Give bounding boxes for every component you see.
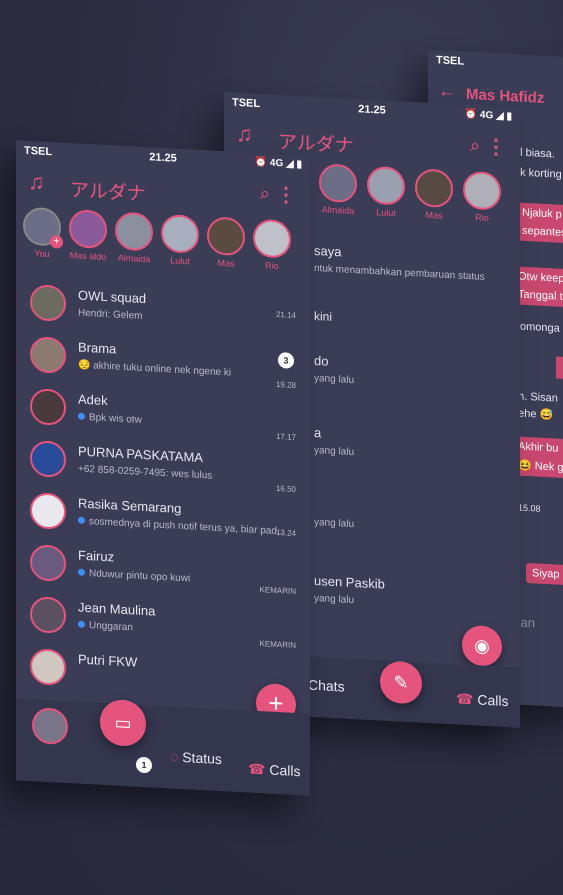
story-item[interactable]: Rio [250,218,294,272]
status-icons: ⏰ 4G ◢ ▮ [464,108,512,123]
app-title: アルダナ [70,179,146,206]
chat-time: 13.24 [275,527,296,538]
more-options-icon[interactable]: ⋮ [486,134,506,160]
profile-avatar[interactable] [32,707,68,746]
message-out: Siyap [526,562,563,586]
status-row-name[interactable]: usen Paskib [314,573,385,592]
camera-icon: ◉ [474,635,490,657]
chat-name: Rasika Semarang [78,495,182,516]
camera-fab[interactable]: ◉ [462,624,502,667]
avatar [30,492,66,530]
bottom-nav: ▭ 1 ◌ Status ☎ Calls [16,698,310,796]
story-item[interactable]: Lulut [364,165,408,219]
message-out: sepantes [516,220,563,244]
message-in: ak korting [514,166,562,181]
chat-name: Adek [78,391,108,409]
more-options-icon[interactable]: ⋮ [276,182,296,208]
story-item[interactable]: Almaida [316,163,360,216]
my-status-hint: ntuk menambahkan pembaruan status [314,262,485,283]
message-in: al biasa. [514,146,555,161]
avatar [30,544,66,582]
tab-calls[interactable]: ☎ Calls [248,760,300,780]
status-row-name[interactable]: a [314,425,321,440]
chat-name: OWL squad [78,287,147,307]
message-time: 15.08 [518,502,541,514]
pencil-icon: ✎ [393,672,409,693]
message-out [556,356,563,381]
clock: 21.25 [149,151,177,165]
chat-preview: Hendri: Gelem [78,307,143,322]
chats-screen-phone: TSEL 21.25 ⏰ 4G ◢ ▮ ♫ アルダナ ⌕ ⋮ + You Mas … [16,140,310,796]
avatar [30,648,66,686]
chat-preview: Nduwur pintu opo kuwi [78,568,190,584]
search-icon[interactable]: ⌕ [470,135,480,157]
status-row-time: yang lalu [314,444,355,459]
chat-name: Brama [78,339,117,357]
back-arrow-icon[interactable]: ← [438,80,456,102]
calls-icon: ☎ [456,690,474,708]
story-item[interactable]: Almaida [112,211,156,264]
music-note-icon: ♫ [28,168,45,195]
search-icon[interactable]: ⌕ [260,183,270,205]
edit-fab[interactable]: ✎ [380,660,422,705]
chat-time: 21.14 [275,309,296,320]
chat-preview: Unggaran [78,620,133,633]
chat-name: Jean Maulina [78,599,156,619]
stories-row: + You Mas aldo Almaida Lulut Mas Rio [16,202,310,289]
status-icons: ⏰ 4G ◢ ▮ [254,156,302,171]
story-item[interactable]: Mas [204,216,248,269]
story-item[interactable]: Lulut [158,213,202,267]
carrier-label: TSEL [232,96,261,111]
avatar [30,336,66,374]
chats-fab[interactable]: ▭ [100,698,146,748]
tab-calls[interactable]: ☎ Calls [456,690,508,710]
message-in: omonga [520,320,560,335]
chat-name: Fairuz [78,547,115,565]
clock: 21.25 [358,103,386,117]
status-icon: ◌ [170,748,179,765]
avatar [30,388,66,426]
chat-time: KEMARIN [259,639,296,650]
carrier-label: TSEL [24,144,53,159]
story-item-you[interactable]: + You [20,206,64,260]
tab-chats[interactable]: Chats [308,677,345,695]
add-status-icon[interactable]: + [50,235,63,249]
status-row-time: yang lalu [314,516,355,531]
tab-status[interactable]: ◌ Status [170,748,222,767]
carrier-label: TSEL [436,54,465,68]
status-row-time: yang lalu [314,372,355,387]
my-status-name[interactable]: saya [314,243,341,259]
chat-time: KEMARIN [259,585,296,596]
status-row-name[interactable]: do [314,353,328,369]
read-receipt-icon [78,516,85,524]
contact-name[interactable]: Mas Hafidz [466,86,544,107]
read-receipt-icon [78,412,85,420]
story-item[interactable]: Mas aldo [66,209,110,262]
chat-name: PURNA PASKATAMA [78,443,203,466]
chat-name: Putri FKW [78,651,138,670]
read-receipt-icon [78,568,85,576]
avatar [30,596,66,634]
app-title: アルダナ [278,131,354,158]
unread-badge: 3 [278,352,294,369]
chat-preview: +62 858-0259-7495: wes lulus [78,463,213,482]
read-receipt-icon [78,620,85,628]
chat-preview: 😔 akhire tuku online nek ngene ki [78,359,232,379]
chat-preview: sosmednya di push notif terus ya, biar p… [78,516,285,537]
chat-time: 19.28 [275,379,296,390]
avatar [30,440,66,478]
chat-time: 17.17 [275,431,296,442]
recent-section-header: kini [314,308,333,324]
chat-preview: Bpk wis otw [78,412,142,426]
avatar [30,284,66,322]
chat-time: 16.50 [275,483,296,494]
story-item[interactable]: Mas [412,168,456,221]
music-note-icon: ♫ [236,120,253,147]
status-row-time: yang lalu [314,592,355,607]
chat-bubble-icon: ▭ [114,712,132,734]
chats-badge: 1 [136,756,152,774]
calls-icon: ☎ [248,760,266,778]
story-item[interactable]: Rio [460,170,504,224]
